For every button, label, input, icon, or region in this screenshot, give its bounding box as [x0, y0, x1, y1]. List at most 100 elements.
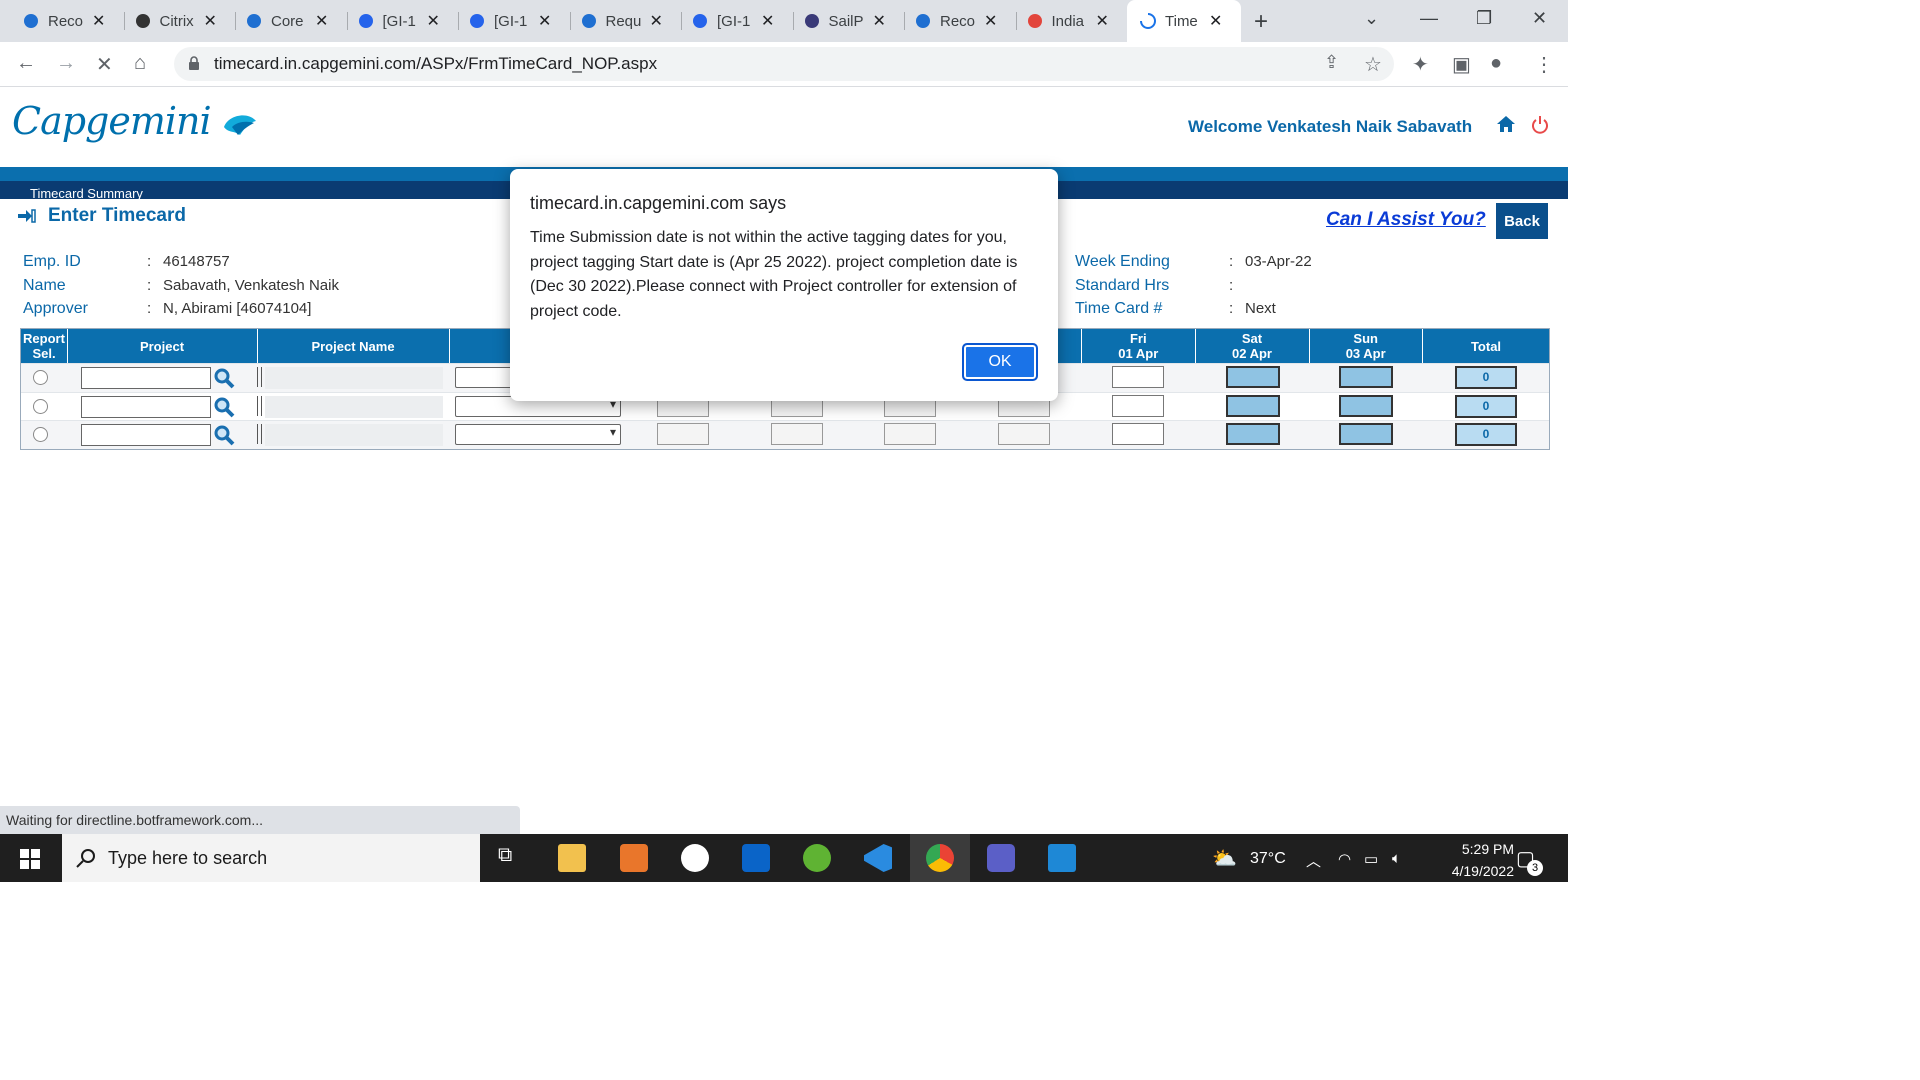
weather-temp[interactable]: 37°C — [1250, 850, 1286, 868]
tab-favicon-icon — [914, 12, 932, 30]
row-select-radio[interactable] — [33, 370, 48, 385]
day-hours-input[interactable] — [1339, 423, 1394, 445]
assist-link[interactable]: Can I Assist You? — [1326, 209, 1486, 231]
extensions-icon[interactable]: ✦ — [1412, 52, 1429, 77]
tab-close-icon[interactable]: ✕ — [650, 11, 663, 31]
close-window-button[interactable]: ✕ — [1532, 8, 1547, 29]
tab-close-icon[interactable]: ✕ — [538, 11, 551, 31]
tab-close-icon[interactable]: ✕ — [92, 11, 105, 31]
forward-arrow-icon[interactable]: → — [56, 52, 76, 75]
day-hours-input[interactable] — [1225, 423, 1280, 445]
browser-tab[interactable]: Core ✕ — [245, 6, 328, 36]
photos-icon[interactable] — [1048, 844, 1076, 872]
tab-favicon-icon — [245, 12, 263, 30]
browser-tab[interactable]: Citrix ✕ — [134, 6, 217, 36]
battery-icon[interactable]: ▭ — [1364, 850, 1378, 868]
home-icon[interactable] — [1496, 115, 1516, 133]
project-search-icon[interactable] — [213, 367, 235, 389]
profile-avatar-icon[interactable]: ● — [1490, 52, 1502, 75]
tray-chevron-icon[interactable]: ︿ — [1306, 850, 1321, 871]
info-value: N, Abirami [46074104] — [163, 300, 312, 317]
day-hours-input[interactable] — [1225, 394, 1280, 417]
tab-close-icon[interactable]: ✕ — [427, 11, 440, 31]
menu-kebab-icon[interactable]: ⋮ — [1534, 52, 1554, 77]
app-orange-icon[interactable] — [620, 844, 648, 872]
tab-close-icon[interactable]: ✕ — [1209, 11, 1222, 31]
side-panel-icon[interactable]: ▣ — [1452, 52, 1471, 77]
dialog-ok-button[interactable]: OK — [962, 343, 1038, 381]
day-hours-input[interactable] — [884, 423, 937, 445]
col-day-name: Fri — [1129, 331, 1147, 346]
tab-search-icon[interactable]: ⌄ — [1364, 8, 1379, 29]
project-input[interactable] — [81, 424, 211, 446]
windows-taskbar: Type here to search ⧉ ⛅ 37°C ︿ ◠ ▭ 🔈︎ 5:… — [0, 834, 1568, 882]
tab-close-icon[interactable]: ✕ — [761, 11, 774, 31]
spring-tool-icon[interactable] — [803, 844, 831, 872]
day-hours-input[interactable] — [1111, 423, 1164, 445]
home-icon[interactable]: ⌂ — [134, 52, 146, 75]
browser-tab[interactable]: Requ ✕ — [580, 6, 663, 36]
share-icon[interactable]: ⇪ — [1324, 52, 1339, 73]
vscode-icon[interactable] — [864, 844, 892, 872]
info-colon: : — [1229, 300, 1234, 317]
bookmark-star-icon[interactable]: ☆ — [1364, 52, 1382, 77]
nav-timecard-summary[interactable]: Timecard Summary — [30, 186, 143, 201]
browser-tab[interactable]: India ✕ — [1026, 6, 1109, 36]
weather-icon[interactable]: ⛅ — [1212, 846, 1237, 871]
browser-tab[interactable]: Reco ✕ — [914, 6, 997, 36]
tab-close-icon[interactable]: ✕ — [873, 11, 886, 31]
windows-start-icon[interactable] — [20, 849, 40, 869]
restore-button[interactable]: ❐ — [1476, 8, 1492, 29]
tab-title: Reco — [940, 12, 976, 30]
project-input[interactable] — [81, 367, 211, 389]
day-hours-input[interactable] — [1339, 366, 1394, 388]
file-explorer-icon[interactable] — [558, 844, 586, 872]
power-logout-icon[interactable] — [1530, 115, 1550, 135]
task-select[interactable]: ▾ — [455, 424, 621, 445]
address-bar[interactable]: timecard.in.capgemini.com/ASPx/FrmTimeCa… — [174, 47, 1394, 81]
browser-tab[interactable]: [GI-1 ✕ — [357, 6, 440, 36]
clock-date: 4/19/2022 — [1451, 863, 1514, 879]
day-hours-input[interactable] — [1225, 366, 1280, 388]
browser-tab[interactable]: Time ✕ — [1127, 0, 1241, 42]
taskbar-clock[interactable]: 5:29 PM 4/19/2022 — [1420, 838, 1514, 882]
chrome-icon[interactable] — [926, 844, 954, 872]
task-view-icon[interactable]: ⧉ — [498, 844, 526, 872]
stop-loading-icon[interactable]: ✕ — [96, 52, 113, 77]
day-hours-input[interactable] — [770, 423, 823, 445]
tab-close-icon[interactable]: ✕ — [1096, 11, 1109, 31]
day-hours-input[interactable] — [1111, 366, 1164, 388]
new-tab-button[interactable]: + — [1254, 8, 1268, 36]
wifi-icon[interactable]: ◠ — [1338, 850, 1351, 868]
day-hours-input[interactable] — [1339, 394, 1394, 417]
outlook-icon[interactable] — [742, 844, 770, 872]
tab-close-icon[interactable]: ✕ — [315, 11, 328, 31]
browser-tab[interactable]: [GI-1 ✕ — [691, 6, 774, 36]
row-total: 0 — [1455, 394, 1517, 418]
volume-icon[interactable]: 🔈︎ — [1392, 850, 1401, 867]
row-select-radio[interactable] — [33, 427, 48, 442]
day-hours-input[interactable] — [657, 423, 709, 445]
row-select-radio[interactable] — [33, 398, 48, 414]
info-label: Name — [23, 276, 66, 294]
browser-toolbar: ← → ✕ ⌂ timecard.in.capgemini.com/ASPx/F… — [0, 42, 1568, 87]
teams-icon[interactable] — [987, 844, 1015, 872]
browser-tab[interactable]: [GI-1 ✕ — [468, 6, 551, 36]
tab-close-icon[interactable]: ✕ — [204, 11, 217, 31]
back-button[interactable]: Back — [1496, 203, 1548, 239]
back-arrow-icon[interactable]: ← — [16, 52, 36, 75]
project-search-icon[interactable] — [213, 424, 235, 446]
project-input[interactable] — [81, 395, 211, 418]
info-colon: : — [1229, 276, 1234, 294]
app-green-leaf-icon[interactable] — [681, 844, 709, 872]
tab-close-icon[interactable]: ✕ — [984, 11, 997, 31]
col-day-date: 02 Apr — [1232, 346, 1272, 361]
day-hours-input[interactable] — [1111, 394, 1164, 417]
project-search-icon[interactable] — [213, 396, 235, 418]
info-label: Standard Hrs — [1075, 276, 1170, 294]
taskbar-search-box[interactable]: Type here to search — [62, 834, 480, 882]
day-hours-input[interactable] — [998, 423, 1051, 445]
browser-tab[interactable]: Reco ✕ — [22, 6, 105, 36]
minimize-button[interactable]: — — [1420, 8, 1438, 29]
browser-tab[interactable]: SailP ✕ — [803, 6, 886, 36]
